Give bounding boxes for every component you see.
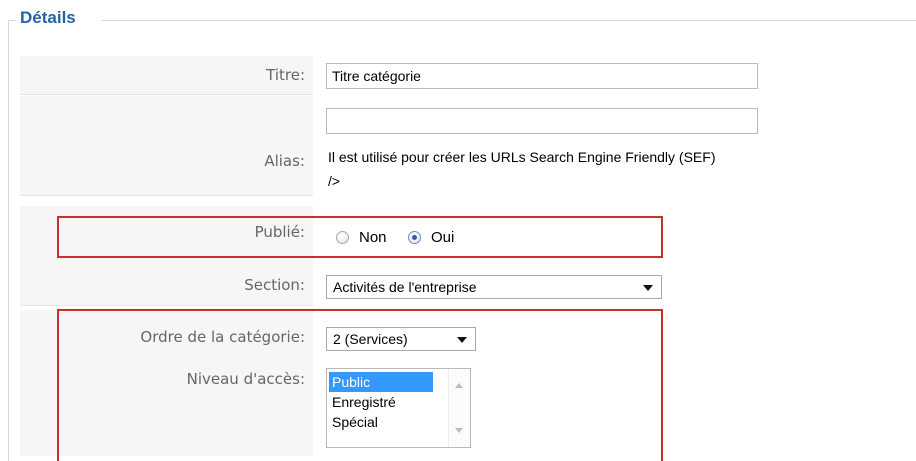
fieldset-legend: Détails (20, 8, 76, 27)
alias-input[interactable] (326, 108, 758, 134)
row-section: Section: Activités de l'entreprise (20, 266, 916, 306)
alias-help-text: Il est utilisé pour créer les URLs Searc… (328, 149, 716, 165)
section-selected-value: Activités de l'entreprise (333, 279, 477, 295)
row-titre: Titre: Titre catégorie (20, 56, 916, 95)
section-select[interactable]: Activités de l'entreprise (326, 275, 662, 299)
row-alias: Alias: Il est utilisé pour créer les URL… (20, 96, 916, 196)
alias-help-text-cont: /> (328, 173, 341, 189)
alias-label: Alias: (20, 96, 313, 196)
titre-input[interactable]: Titre catégorie (326, 63, 758, 89)
chevron-down-icon (643, 285, 653, 291)
section-label: Section: (20, 266, 313, 306)
publie-highlight-box (57, 216, 663, 258)
titre-label: Titre: (20, 56, 313, 95)
ordre-acces-highlight-box (57, 309, 663, 461)
